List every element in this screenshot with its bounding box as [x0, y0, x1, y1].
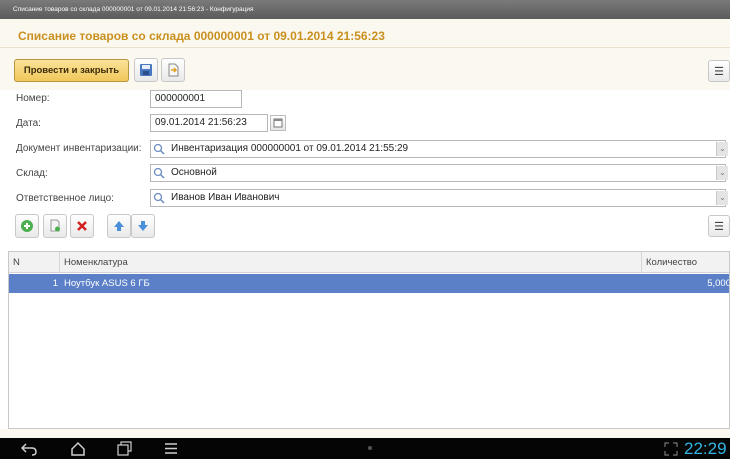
- form-title: Списание товаров со склада 000000001 от …: [18, 29, 385, 43]
- delete-row-button[interactable]: [70, 214, 94, 238]
- chevron-down-icon[interactable]: ⌄: [716, 166, 728, 180]
- move-down-button[interactable]: [131, 214, 155, 238]
- form-header: Списание товаров со склада 000000001 от …: [0, 19, 730, 48]
- menu-icon[interactable]: [162, 441, 180, 456]
- date-label: Дата:: [16, 118, 41, 129]
- calendar-icon: [273, 118, 283, 128]
- document-arrow-icon: [168, 63, 179, 77]
- chevron-down-icon[interactable]: ⌄: [716, 142, 728, 156]
- back-icon[interactable]: [20, 441, 38, 456]
- delete-x-icon: [77, 221, 87, 231]
- inventory-doc-label: Документ инвентаризации:: [16, 143, 142, 154]
- column-header-item[interactable]: Номенклатура: [60, 252, 642, 273]
- copy-document-icon: [50, 219, 60, 232]
- chevron-down-icon[interactable]: ⌄: [716, 191, 728, 205]
- search-icon[interactable]: [153, 143, 165, 155]
- date-field[interactable]: 09.01.2014 21:56:23: [150, 114, 268, 132]
- recent-apps-icon[interactable]: [116, 441, 134, 456]
- warehouse-field[interactable]: Основной: [150, 164, 726, 182]
- hamburger-icon: ☰: [714, 220, 724, 233]
- search-icon[interactable]: [153, 192, 165, 204]
- row-quantity: 5,000: [707, 278, 730, 289]
- save-button[interactable]: [134, 58, 158, 82]
- window-titlebar: Списание товаров со склада 000000001 от …: [0, 0, 730, 19]
- hamburger-icon: ☰: [714, 65, 724, 78]
- plus-circle-icon: [21, 220, 33, 232]
- window-title: Списание товаров со склада 000000001 от …: [13, 6, 254, 13]
- arrow-up-icon: [114, 221, 124, 231]
- add-row-button[interactable]: [15, 214, 39, 238]
- home-icon[interactable]: [69, 441, 87, 456]
- items-table: N Номенклатура Количество 1 Ноутбук ASUS…: [8, 251, 730, 429]
- save-disk-icon: [140, 64, 152, 76]
- form-menu-button[interactable]: ☰: [708, 60, 730, 82]
- table-row[interactable]: 1 Ноутбук ASUS 6 ГБ 5,000: [9, 274, 730, 293]
- number-label: Номер:: [16, 93, 50, 104]
- copy-row-button[interactable]: [43, 214, 67, 238]
- column-header-n[interactable]: N: [9, 252, 60, 273]
- post-and-close-button[interactable]: Провести и закрыть: [14, 59, 129, 82]
- search-icon[interactable]: [153, 167, 165, 179]
- column-header-quantity[interactable]: Количество: [642, 252, 729, 273]
- table-menu-button[interactable]: ☰: [708, 215, 730, 237]
- responsible-label: Ответственное лицо:: [16, 193, 114, 204]
- inventory-doc-field[interactable]: Инвентаризация 000000001 от 09.01.2014 2…: [150, 140, 726, 158]
- move-up-button[interactable]: [107, 214, 131, 238]
- arrow-down-icon: [138, 221, 148, 231]
- number-field[interactable]: 000000001: [150, 90, 242, 108]
- fullscreen-icon[interactable]: [664, 442, 678, 456]
- form-footer: [0, 429, 730, 438]
- center-dot-icon: [368, 446, 372, 450]
- row-item: Ноутбук ASUS 6 ГБ: [64, 278, 150, 289]
- android-nav-bar: 22:29: [0, 438, 730, 459]
- document-action-button[interactable]: [161, 58, 185, 82]
- table-header: N Номенклатура Количество: [9, 252, 729, 273]
- row-number: 1: [52, 278, 58, 289]
- calendar-button[interactable]: [270, 115, 286, 131]
- warehouse-label: Склад:: [16, 168, 48, 179]
- responsible-field[interactable]: Иванов Иван Иванович: [150, 189, 726, 207]
- status-clock: 22:29: [684, 439, 727, 458]
